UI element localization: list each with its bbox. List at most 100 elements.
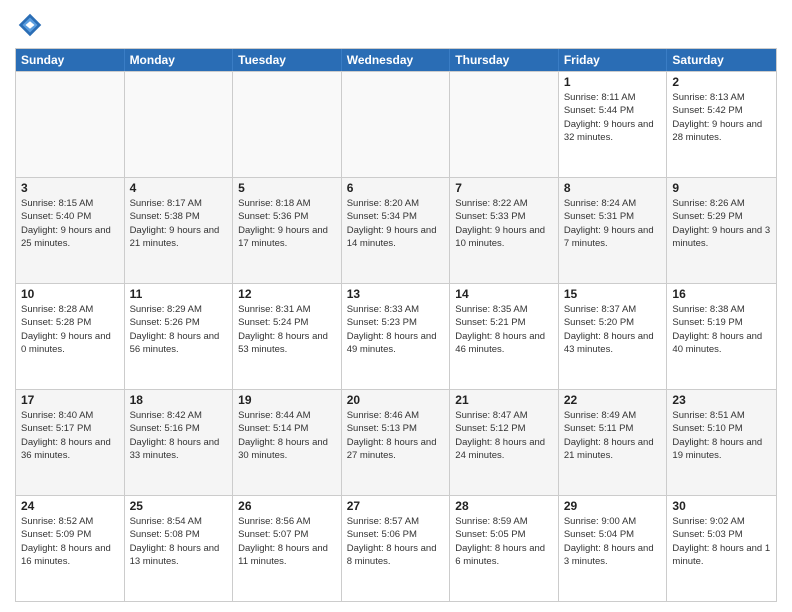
day-number: 30 — [672, 499, 771, 513]
cal-cell: 2Sunrise: 8:13 AM Sunset: 5:42 PM Daylig… — [667, 72, 776, 177]
day-info: Sunrise: 8:31 AM Sunset: 5:24 PM Dayligh… — [238, 303, 336, 356]
cal-cell: 25 Sunrise: 8:54 AM Sunset: 5:08 PM Dayli… — [125, 496, 234, 601]
day-number: 25 — [130, 499, 228, 513]
cal-header-day: Monday — [125, 49, 234, 71]
day-number: 23 — [672, 393, 771, 407]
day-info: Sunrise: 8:38 AM Sunset: 5:19 PM Dayligh… — [672, 303, 771, 356]
cal-cell: 29 Sunrise: 9:00 AM Sunset: 5:04 PM Dayli… — [559, 496, 668, 601]
day-number: 3 — [21, 181, 119, 195]
day-info: Sunrise: 8:47 AM Sunset: 5:12 PM Dayligh… — [455, 409, 553, 462]
day-number: 18 — [130, 393, 228, 407]
cal-cell: 19Sunrise: 8:44 AM Sunset: 5:14 PM Dayli… — [233, 390, 342, 495]
day-number: 10 — [21, 287, 119, 301]
day-info: Sunrise: 8:46 AM Sunset: 5:13 PM Dayligh… — [347, 409, 445, 462]
cal-cell: 14 Sunrise: 8:35 AM Sunset: 5:21 PM Dayli… — [450, 284, 559, 389]
calendar-body: 1Sunrise: 8:11 AM Sunset: 5:44 PM Daylig… — [16, 71, 776, 601]
page: SundayMondayTuesdayWednesdayThursdayFrid… — [0, 0, 792, 612]
logo-icon — [15, 10, 45, 40]
cal-cell: 11 Sunrise: 8:29 AM Sunset: 5:26 PM Dayli… — [125, 284, 234, 389]
cal-week: 24 Sunrise: 8:52 AM Sunset: 5:09 PM Dayli… — [16, 495, 776, 601]
day-number: 21 — [455, 393, 553, 407]
cal-cell-empty — [233, 72, 342, 177]
day-number: 14 — [455, 287, 553, 301]
day-number: 12 — [238, 287, 336, 301]
cal-cell: 1Sunrise: 8:11 AM Sunset: 5:44 PM Daylig… — [559, 72, 668, 177]
day-info: Sunrise: 8:56 AM Sunset: 5:07 PM Dayligh… — [238, 515, 336, 568]
day-number: 11 — [130, 287, 228, 301]
cal-cell: 12 Sunrise: 8:31 AM Sunset: 5:24 PM Dayli… — [233, 284, 342, 389]
cal-cell: 30 Sunrise: 9:02 AM Sunset: 5:03 PM Dayli… — [667, 496, 776, 601]
day-info: Sunrise: 8:35 AM Sunset: 5:21 PM Dayligh… — [455, 303, 553, 356]
cal-header-day: Tuesday — [233, 49, 342, 71]
cal-cell: 8Sunrise: 8:24 AM Sunset: 5:31 PM Daylig… — [559, 178, 668, 283]
day-number: 5 — [238, 181, 336, 195]
cal-cell: 18Sunrise: 8:42 AM Sunset: 5:16 PM Dayli… — [125, 390, 234, 495]
day-number: 1 — [564, 75, 662, 89]
cal-cell: 15 Sunrise: 8:37 AM Sunset: 5:20 PM Dayli… — [559, 284, 668, 389]
day-info: Sunrise: 8:22 AM Sunset: 5:33 PM Dayligh… — [455, 197, 553, 250]
day-number: 4 — [130, 181, 228, 195]
cal-week: 10 Sunrise: 8:28 AM Sunset: 5:28 PM Dayli… — [16, 283, 776, 389]
cal-week: 3 Sunrise: 8:15 AM Sunset: 5:40 PM Daylig… — [16, 177, 776, 283]
cal-cell: 17 Sunrise: 8:40 AM Sunset: 5:17 PM Dayli… — [16, 390, 125, 495]
day-info: Sunrise: 9:02 AM Sunset: 5:03 PM Dayligh… — [672, 515, 771, 568]
cal-cell: 20 Sunrise: 8:46 AM Sunset: 5:13 PM Dayli… — [342, 390, 451, 495]
day-number: 6 — [347, 181, 445, 195]
cal-cell: 13Sunrise: 8:33 AM Sunset: 5:23 PM Dayli… — [342, 284, 451, 389]
day-info: Sunrise: 8:51 AM Sunset: 5:10 PM Dayligh… — [672, 409, 771, 462]
calendar-header: SundayMondayTuesdayWednesdayThursdayFrid… — [16, 49, 776, 71]
day-number: 28 — [455, 499, 553, 513]
day-info: Sunrise: 8:13 AM Sunset: 5:42 PM Dayligh… — [672, 91, 771, 144]
day-number: 29 — [564, 499, 662, 513]
cal-header-day: Thursday — [450, 49, 559, 71]
cal-cell: 7 Sunrise: 8:22 AM Sunset: 5:33 PM Daylig… — [450, 178, 559, 283]
cal-cell: 28 Sunrise: 8:59 AM Sunset: 5:05 PM Dayli… — [450, 496, 559, 601]
day-number: 16 — [672, 287, 771, 301]
cal-cell: 6 Sunrise: 8:20 AM Sunset: 5:34 PM Daylig… — [342, 178, 451, 283]
day-info: Sunrise: 8:49 AM Sunset: 5:11 PM Dayligh… — [564, 409, 662, 462]
day-info: Sunrise: 8:26 AM Sunset: 5:29 PM Dayligh… — [672, 197, 771, 250]
cal-cell-empty — [342, 72, 451, 177]
day-info: Sunrise: 8:24 AM Sunset: 5:31 PM Dayligh… — [564, 197, 662, 250]
cal-cell: 4 Sunrise: 8:17 AM Sunset: 5:38 PM Daylig… — [125, 178, 234, 283]
day-number: 9 — [672, 181, 771, 195]
logo — [15, 10, 49, 40]
day-number: 15 — [564, 287, 662, 301]
day-number: 24 — [21, 499, 119, 513]
day-info: Sunrise: 8:20 AM Sunset: 5:34 PM Dayligh… — [347, 197, 445, 250]
day-info: Sunrise: 8:17 AM Sunset: 5:38 PM Dayligh… — [130, 197, 228, 250]
day-number: 7 — [455, 181, 553, 195]
cal-cell-empty — [16, 72, 125, 177]
cal-header-day: Saturday — [667, 49, 776, 71]
cal-cell: 5 Sunrise: 8:18 AM Sunset: 5:36 PM Daylig… — [233, 178, 342, 283]
day-info: Sunrise: 8:18 AM Sunset: 5:36 PM Dayligh… — [238, 197, 336, 250]
cal-cell: 9 Sunrise: 8:26 AM Sunset: 5:29 PM Daylig… — [667, 178, 776, 283]
cal-header-day: Wednesday — [342, 49, 451, 71]
day-info: Sunrise: 8:54 AM Sunset: 5:08 PM Dayligh… — [130, 515, 228, 568]
cal-cell: 21 Sunrise: 8:47 AM Sunset: 5:12 PM Dayli… — [450, 390, 559, 495]
cal-cell-empty — [450, 72, 559, 177]
day-info: Sunrise: 8:59 AM Sunset: 5:05 PM Dayligh… — [455, 515, 553, 568]
calendar: SundayMondayTuesdayWednesdayThursdayFrid… — [15, 48, 777, 602]
cal-cell: 26 Sunrise: 8:56 AM Sunset: 5:07 PM Dayli… — [233, 496, 342, 601]
header — [15, 10, 777, 40]
day-info: Sunrise: 8:29 AM Sunset: 5:26 PM Dayligh… — [130, 303, 228, 356]
cal-cell: 16 Sunrise: 8:38 AM Sunset: 5:19 PM Dayli… — [667, 284, 776, 389]
day-info: Sunrise: 8:52 AM Sunset: 5:09 PM Dayligh… — [21, 515, 119, 568]
cal-week: 1Sunrise: 8:11 AM Sunset: 5:44 PM Daylig… — [16, 71, 776, 177]
cal-cell: 24 Sunrise: 8:52 AM Sunset: 5:09 PM Dayli… — [16, 496, 125, 601]
day-info: Sunrise: 8:44 AM Sunset: 5:14 PM Dayligh… — [238, 409, 336, 462]
day-info: Sunrise: 8:33 AM Sunset: 5:23 PM Dayligh… — [347, 303, 445, 356]
day-number: 26 — [238, 499, 336, 513]
cal-header-day: Sunday — [16, 49, 125, 71]
day-info: Sunrise: 8:40 AM Sunset: 5:17 PM Dayligh… — [21, 409, 119, 462]
day-info: Sunrise: 8:28 AM Sunset: 5:28 PM Dayligh… — [21, 303, 119, 356]
day-info: Sunrise: 9:00 AM Sunset: 5:04 PM Dayligh… — [564, 515, 662, 568]
day-number: 17 — [21, 393, 119, 407]
cal-cell: 23 Sunrise: 8:51 AM Sunset: 5:10 PM Dayli… — [667, 390, 776, 495]
day-info: Sunrise: 8:15 AM Sunset: 5:40 PM Dayligh… — [21, 197, 119, 250]
day-number: 20 — [347, 393, 445, 407]
day-info: Sunrise: 8:37 AM Sunset: 5:20 PM Dayligh… — [564, 303, 662, 356]
cal-cell-empty — [125, 72, 234, 177]
day-info: Sunrise: 8:57 AM Sunset: 5:06 PM Dayligh… — [347, 515, 445, 568]
